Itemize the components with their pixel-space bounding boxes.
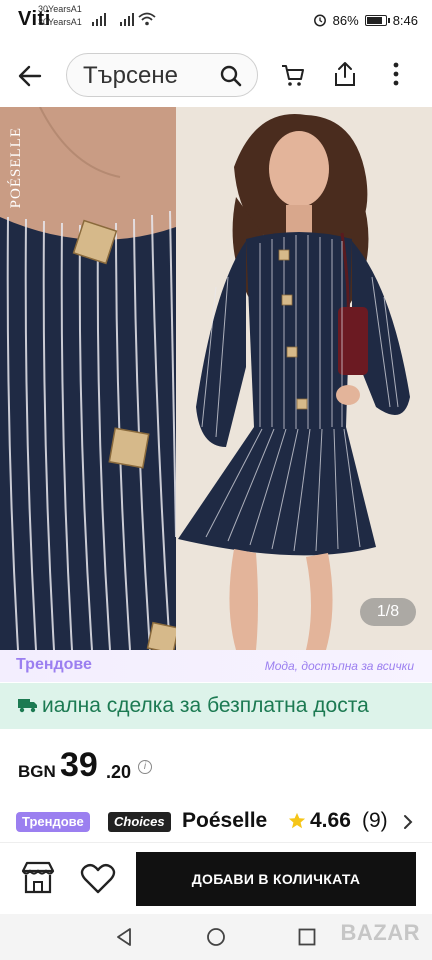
- system-nav-bar: BAZAR: [0, 914, 432, 960]
- choices-badge: Choices: [108, 812, 171, 832]
- bottom-action-bar: ДОБАВИ В КОЛИЧКАТА: [0, 842, 432, 914]
- price-currency: BGN: [18, 762, 56, 781]
- price-integer: 39: [60, 746, 98, 784]
- model-image: [176, 107, 432, 650]
- search-input[interactable]: [83, 62, 213, 90]
- trend-tagline: Мода, достъпна за всички: [264, 659, 414, 673]
- store-rating: 4.66: [310, 809, 351, 832]
- app-header: [0, 42, 432, 106]
- trend-banner[interactable]: Трендове Мода, достъпна за всички: [0, 650, 432, 682]
- trend-logo: Трендове: [16, 656, 92, 673]
- carrier-name-2: 30YearsA1: [38, 17, 82, 27]
- trend-badge: Трендове: [16, 812, 90, 832]
- brand-watermark: POÉSELLE: [8, 127, 24, 209]
- nav-home-icon[interactable]: [206, 927, 226, 947]
- rating-count: (9): [362, 809, 388, 832]
- back-arrow-icon[interactable]: [14, 60, 46, 92]
- nav-back-icon[interactable]: [114, 927, 134, 947]
- product-photo-model[interactable]: [176, 107, 432, 650]
- signal-icon: [120, 12, 138, 26]
- wifi-icon: [138, 12, 156, 26]
- fabric-detail-image: [0, 107, 176, 650]
- battery-percent: 86%: [332, 12, 359, 28]
- chevron-right-icon[interactable]: [402, 813, 414, 831]
- share-icon[interactable]: [332, 60, 358, 88]
- heart-icon[interactable]: [80, 863, 116, 895]
- store-name[interactable]: Poéselle: [182, 809, 267, 833]
- add-to-cart-button[interactable]: ДОБАВИ В КОЛИЧКАТА: [136, 852, 416, 906]
- battery-level: [366, 16, 383, 24]
- status-right: 86% 8:46: [313, 10, 418, 30]
- carrier-name-1: 30YearsA1: [38, 4, 82, 14]
- search-icon[interactable]: [219, 64, 243, 88]
- shipping-text: иална сделка за безплатна доста: [42, 694, 369, 717]
- product-gallery[interactable]: POÉSELLE 1/8: [0, 107, 432, 650]
- signal-icon: [92, 12, 110, 26]
- store-icon[interactable]: [20, 861, 56, 895]
- price-decimal: .20: [106, 762, 132, 782]
- star-icon: [288, 812, 306, 829]
- cart-icon[interactable]: [280, 62, 306, 88]
- clock: 8:46: [392, 12, 418, 28]
- battery-icon: [364, 14, 390, 26]
- gallery-page-indicator: 1/8: [360, 598, 416, 626]
- status-bar: Viti 30YearsA1 30YearsA1 86% 8:46: [0, 0, 432, 40]
- store-row[interactable]: Трендове Choices Poéselle 4.66 (9): [16, 809, 416, 836]
- truck-icon: [18, 699, 37, 713]
- marketplace-watermark: BAZAR: [340, 920, 420, 945]
- nav-recents-icon[interactable]: [298, 928, 316, 946]
- search-box[interactable]: [66, 53, 258, 97]
- product-photo-detail[interactable]: POÉSELLE: [0, 107, 176, 650]
- price-info-icon[interactable]: i: [138, 760, 152, 774]
- more-options-icon[interactable]: [386, 60, 406, 88]
- alarm-icon: [313, 14, 326, 27]
- free-shipping-banner[interactable]: иална сделка за безплатна доста: [0, 683, 432, 729]
